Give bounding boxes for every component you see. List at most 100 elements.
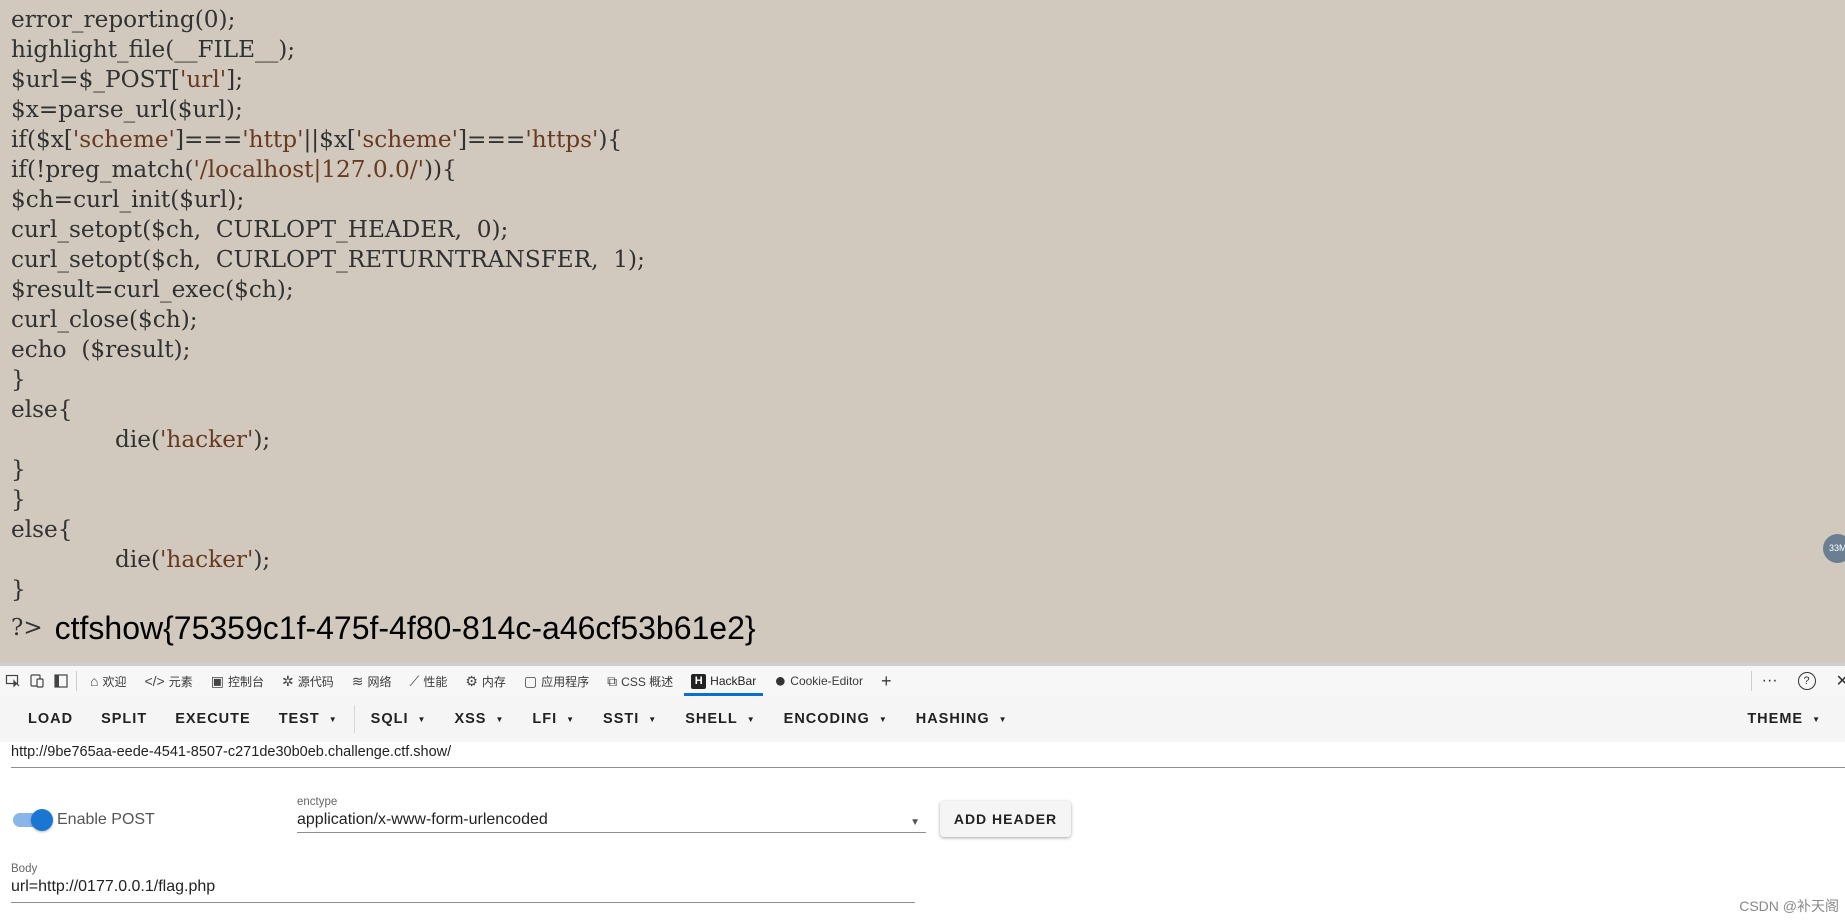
code-token: error_reporting(0); (11, 6, 236, 33)
menu-label: HASHING (915, 711, 990, 727)
devtools-tab-label: 内存 (481, 674, 506, 689)
code-token: highlight_file(__FILE__); (11, 36, 296, 63)
code-token: )){ (423, 156, 457, 183)
devtools-tab-hackbar[interactable]: H HackBar (682, 666, 765, 696)
code-line: } (11, 455, 645, 485)
devtools-tab-memory[interactable]: ⚙ 内存 (456, 666, 515, 696)
inspect-icon[interactable] (2, 670, 24, 692)
devtools-tab-application[interactable]: ▢ 应用程序 (515, 666, 598, 696)
hackbar-menu-lfi[interactable]: LFI ▼ (518, 696, 589, 742)
menu-label: LOAD (28, 711, 74, 727)
hackbar-menu-execute[interactable]: EXECUTE (161, 696, 265, 742)
toolbar-divider (76, 671, 77, 691)
hackbar-panel: LOAD SPLIT EXECUTE TEST ▼ SQLI ▼ XSS ▼ LFI ▼ SSTI ▼ S… (0, 696, 1845, 921)
bug-icon: ✲ (282, 672, 294, 689)
code-token: curl_close($ch); (11, 306, 198, 333)
help-icon[interactable]: ? (1797, 672, 1816, 690)
code-token: 'hacker' (160, 426, 254, 453)
hackbar-menu-xss[interactable]: XSS ▼ (440, 696, 518, 742)
code-line: die('hacker'); (11, 545, 645, 575)
page-viewport: error_reporting(0); highlight_file(__FILE… (0, 0, 1845, 663)
console-icon: ▣ (210, 672, 224, 689)
hackbar-menu-test[interactable]: TEST ▼ (265, 696, 352, 742)
code-token: curl_setopt($ch, CURLOPT_RETURNTRANSFER,… (11, 246, 645, 273)
hackbar-menu-ssti[interactable]: SSTI ▼ (589, 696, 671, 742)
devtools-tab-label: 控制台 (227, 674, 264, 689)
add-tab-button[interactable]: + (872, 666, 901, 696)
floating-badge[interactable]: 33M (1823, 534, 1845, 563)
caret-down-icon: ▼ (566, 714, 576, 724)
hackbar-menu-split[interactable]: SPLIT (87, 696, 161, 742)
url-input[interactable]: http://9be765aa-eede-4541-8507-c271de30b… (11, 742, 1845, 768)
devtools-tab-code[interactable]: </> 元素 (135, 666, 201, 696)
code-token: else{ (11, 516, 73, 543)
code-token: die( (115, 546, 161, 573)
code-line: error_reporting(0); (11, 5, 645, 35)
more-icon[interactable]: ··· (1762, 672, 1778, 690)
toggle-knob (31, 809, 53, 831)
devtools-tab-label: 网络 (367, 674, 392, 689)
devtools-tab-bar: ⌂ 欢迎 </> 元素 ▣ 控制台 ✲ 源代码 ≋ 网络 ⟋ 性能 ⚙ 内存 ▢ 应用程序 ⧉ CSS 概述 H Ha… (0, 663, 1845, 696)
menu-label: SPLIT (101, 711, 148, 727)
code-token: else{ (11, 396, 73, 423)
code-line: curl_setopt($ch, CURLOPT_RETURNTRANSFER,… (11, 245, 645, 275)
add-header-button[interactable]: ADD HEADER (940, 801, 1071, 837)
hackbar-menu-items: LOAD SPLIT EXECUTE TEST ▼ SQLI ▼ XSS ▼ LFI ▼ SSTI ▼ S… (14, 696, 1022, 742)
theme-menu[interactable]: THEME ▼ (1733, 696, 1835, 742)
devtools-tab-home[interactable]: ⌂ 欢迎 (81, 666, 135, 696)
devtools-tab-label: HackBar (710, 674, 757, 688)
code-token: } (11, 486, 26, 513)
devtools-tab-label: 源代码 (297, 674, 334, 689)
code-line: highlight_file(__FILE__); (11, 35, 645, 65)
code-token: 'url' (179, 66, 227, 93)
enctype-select[interactable]: application/x-www-form-urlencoded ▼ (297, 810, 926, 833)
hackbar-icon: H (691, 673, 707, 689)
flag-output: ctfshow{75359c1f-475f-4f80-814c-a46cf53b… (54, 610, 756, 646)
close-icon[interactable]: ✕ (1836, 671, 1845, 691)
caret-down-icon: ▼ (746, 714, 756, 724)
code-line: echo ($result); (11, 335, 645, 365)
devtools-tab-console[interactable]: ▣ 控制台 (202, 666, 273, 696)
body-label: Body (11, 863, 38, 875)
devtools-tab-wifi[interactable]: ≋ 网络 (343, 666, 401, 696)
hackbar-menu: LOAD SPLIT EXECUTE TEST ▼ SQLI ▼ XSS ▼ LFI ▼ SSTI ▼ S… (0, 696, 1845, 742)
devtools-tab-css-overview[interactable]: ⧉ CSS 概述 (598, 666, 682, 696)
devtools-tab-label: CSS 概述 (621, 674, 674, 689)
code-token: } (11, 366, 26, 393)
code-line: } (11, 575, 645, 605)
code-token: $x=parse_url($url); (11, 96, 243, 123)
code-token: 'http' (242, 126, 304, 153)
cookie-icon: ● (774, 669, 787, 692)
caret-down-icon: ▼ (998, 714, 1008, 724)
hackbar-menu-load[interactable]: LOAD (14, 696, 87, 742)
hackbar-menu-hashing[interactable]: HASHING ▼ (902, 696, 1022, 742)
devtools-tab-cookie[interactable]: ● Cookie-Editor (765, 666, 872, 696)
code-line: else{ (11, 395, 645, 425)
body-input[interactable]: url=http://0177.0.0.1/flag.php (11, 877, 915, 903)
enable-post-label: Enable POST (57, 811, 155, 828)
code-token: $result=curl_exec($ch); (11, 276, 294, 303)
devtools-tab-label: Cookie-Editor (790, 674, 863, 688)
code-token: if($x[ (11, 126, 73, 153)
devtools-tab-bug[interactable]: ✲ 源代码 (273, 666, 343, 696)
code-token: ); (253, 426, 271, 453)
menu-label: ENCODING (783, 711, 870, 727)
menu-label: TEST (278, 711, 320, 727)
devtools-right-controls: ··· ? ✕ (1750, 666, 1845, 696)
enable-post-toggle[interactable] (13, 809, 53, 831)
caret-down-icon: ▼ (495, 714, 505, 724)
memory-icon: ⚙ (465, 672, 478, 689)
code-line: } (11, 485, 645, 515)
code-line: $url=$_POST['url']; (11, 65, 645, 95)
hackbar-menu-sqli[interactable]: SQLI ▼ (357, 696, 441, 742)
caret-down-icon: ▼ (1812, 714, 1821, 724)
dock-side-icon[interactable] (50, 670, 72, 692)
hackbar-menu-shell[interactable]: SHELL ▼ (671, 696, 769, 742)
caret-down-icon: ▼ (648, 714, 658, 724)
device-emulation-icon[interactable] (26, 670, 48, 692)
menu-label: LFI (532, 711, 558, 727)
hackbar-menu-encoding[interactable]: ENCODING ▼ (770, 696, 902, 742)
code-token: ||$x[ (303, 126, 356, 153)
devtools-tab-performance[interactable]: ⟋ 性能 (401, 666, 457, 696)
wifi-icon: ≋ (351, 672, 364, 689)
